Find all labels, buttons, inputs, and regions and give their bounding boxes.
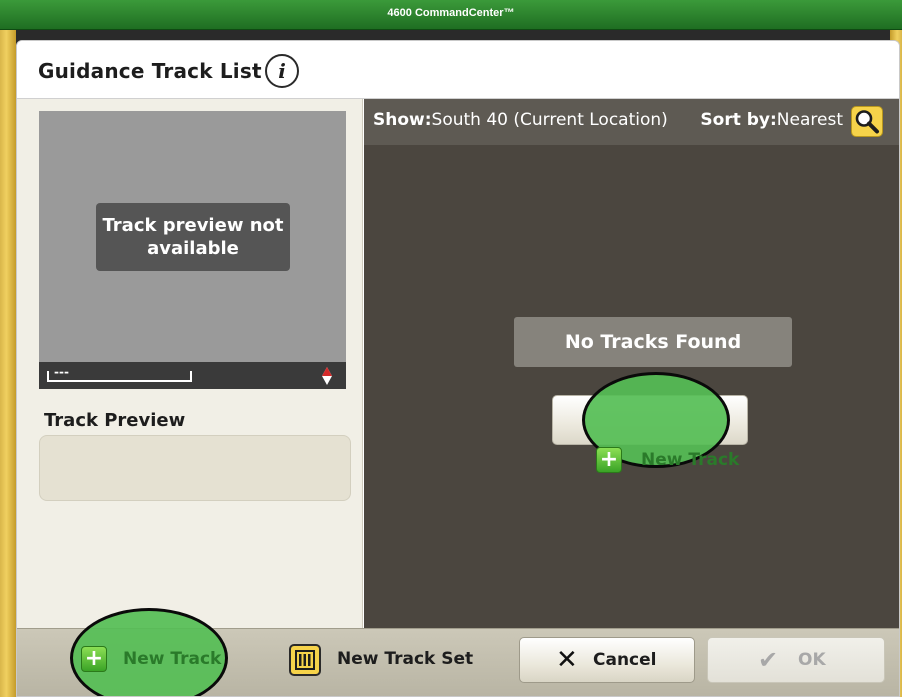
display-title: 4600 CommandCenter™ (387, 7, 515, 19)
title-bar: 4600 CommandCenter™ (0, 0, 902, 30)
close-icon: ✕ (556, 645, 578, 675)
plus-icon: + (596, 447, 622, 473)
cancel-label: Cancel (593, 650, 657, 670)
track-set-icon-glyph (295, 650, 315, 670)
info-icon-glyph: i (278, 59, 286, 83)
new-track-button[interactable]: New Track (123, 649, 221, 669)
compass-icon (322, 367, 332, 385)
plus-icon[interactable]: + (81, 646, 107, 672)
track-preview-label: Track Preview (44, 410, 186, 431)
track-list-panel: Show:South 40 (Current Location) Sort by… (364, 99, 899, 628)
search-icon (855, 110, 879, 134)
filter-bar: Show:South 40 (Current Location) Sort by… (364, 99, 899, 145)
track-set-icon[interactable] (289, 644, 321, 676)
search-button[interactable] (851, 106, 883, 137)
left-frame-edge (0, 30, 16, 697)
show-label: Show: (373, 110, 432, 130)
new-track-set-button[interactable]: New Track Set (337, 649, 473, 669)
show-filter[interactable]: Show:South 40 (Current Location) (373, 110, 668, 130)
cancel-button[interactable]: ✕ Cancel (519, 637, 695, 683)
sort-value: Nearest (776, 110, 843, 130)
track-preview-details (39, 435, 351, 501)
new-track-label-list: New Track (641, 450, 740, 470)
preview-unavailable-message: Track preview not available (96, 203, 290, 271)
guidance-track-list-dialog: Guidance Track List i Track preview not … (16, 40, 900, 697)
checkmark-icon: ✔ (758, 646, 779, 674)
sort-label: Sort by: (700, 110, 777, 130)
dialog-title: Guidance Track List (38, 59, 262, 83)
map-scale-bar: --- (39, 362, 346, 389)
no-tracks-message: No Tracks Found (514, 317, 792, 367)
track-preview-map: Track preview not available --- (39, 111, 346, 389)
show-value: South 40 (Current Location) (431, 110, 668, 130)
ok-label: OK (798, 650, 826, 670)
sort-filter[interactable]: Sort by:Nearest (700, 110, 843, 130)
info-icon[interactable]: i (265, 54, 299, 88)
track-preview-panel: Track preview not available --- Track Pr… (17, 99, 363, 628)
ok-button[interactable]: ✔ OK (707, 637, 885, 683)
scale-text: --- (54, 365, 69, 379)
dialog-header: Guidance Track List i (17, 41, 899, 99)
